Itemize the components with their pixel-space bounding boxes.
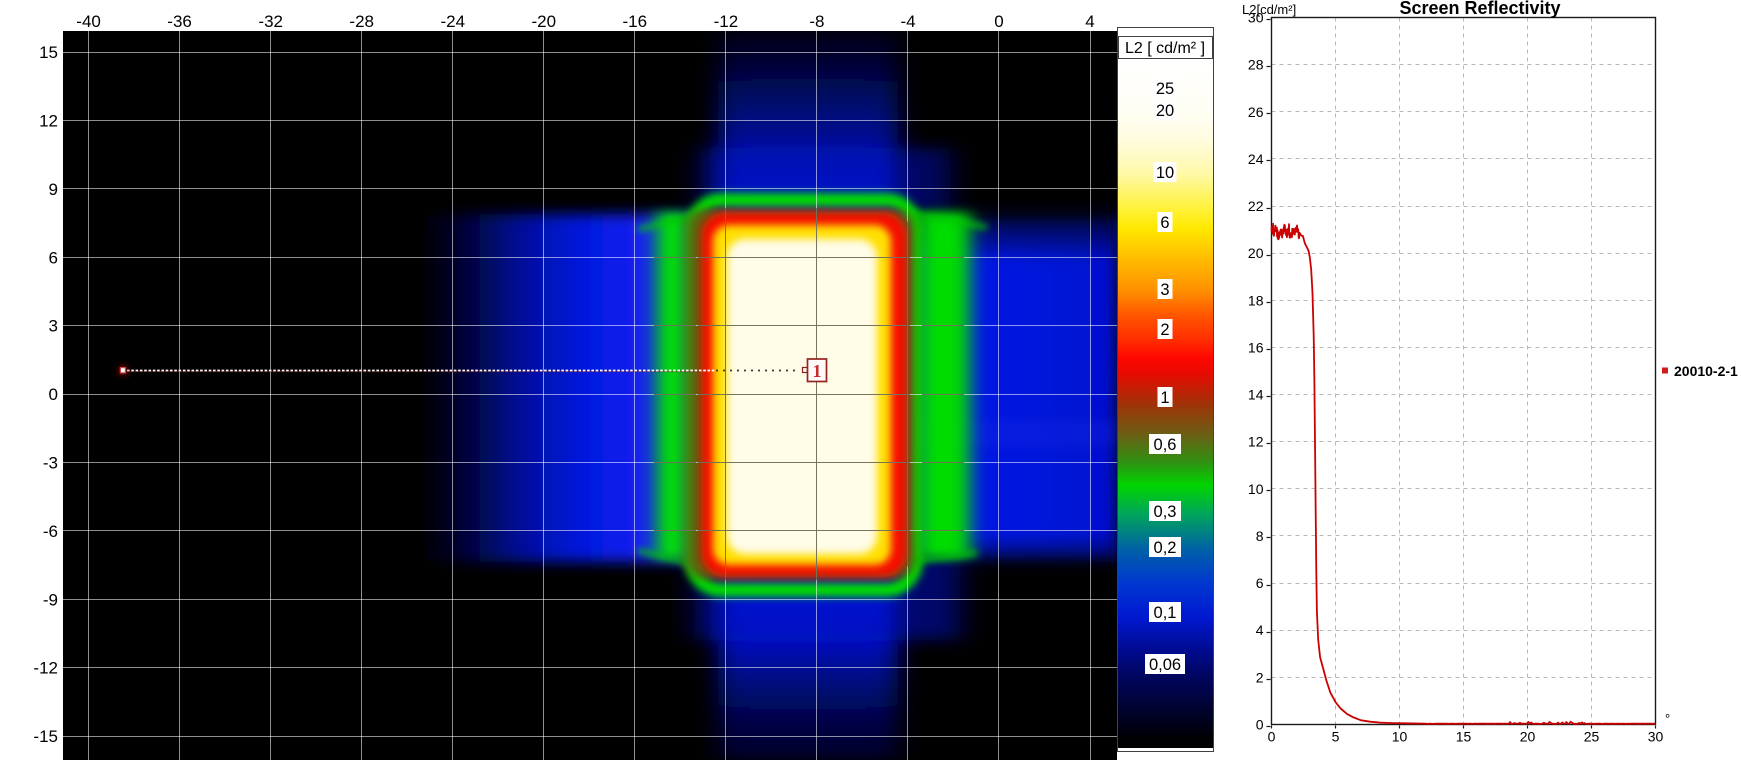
svg-text:0,3: 0,3	[1154, 503, 1177, 521]
svg-text:3: 3	[49, 317, 58, 336]
svg-text:1: 1	[813, 361, 822, 381]
svg-text:24: 24	[1248, 151, 1264, 167]
svg-text:1: 1	[1160, 389, 1169, 407]
svg-text:10: 10	[1392, 729, 1408, 745]
svg-text:-28: -28	[349, 12, 374, 31]
svg-text:-16: -16	[623, 12, 648, 31]
svg-text:L2[cd/m²]: L2[cd/m²]	[1242, 2, 1296, 17]
svg-text:0,1: 0,1	[1154, 604, 1177, 622]
svg-text:8: 8	[1256, 528, 1264, 544]
svg-text:0: 0	[1268, 729, 1276, 745]
svg-text:25: 25	[1156, 80, 1174, 98]
svg-text:30: 30	[1648, 729, 1664, 745]
svg-text:-4: -4	[900, 12, 915, 31]
svg-text:-20: -20	[532, 12, 557, 31]
svg-text:-12: -12	[33, 659, 58, 678]
svg-text:0,06: 0,06	[1149, 656, 1181, 674]
svg-text:6: 6	[49, 248, 58, 267]
svg-text:16: 16	[1248, 339, 1264, 355]
svg-text:0,6: 0,6	[1154, 436, 1177, 454]
svg-text:25: 25	[1584, 729, 1600, 745]
svg-text:2: 2	[1160, 321, 1169, 339]
svg-text:14: 14	[1248, 387, 1264, 403]
svg-text:0: 0	[49, 385, 58, 404]
svg-text:20: 20	[1520, 729, 1536, 745]
svg-text:10: 10	[1156, 164, 1174, 182]
svg-text:-15: -15	[33, 727, 58, 746]
svg-text:10: 10	[1248, 481, 1264, 497]
svg-text:18: 18	[1248, 292, 1264, 308]
svg-text:-3: -3	[43, 454, 58, 473]
svg-text:5: 5	[1332, 729, 1340, 745]
svg-text:12: 12	[39, 112, 58, 131]
svg-text:4: 4	[1256, 622, 1264, 638]
svg-text:20010-2-1: 20010-2-1	[1674, 363, 1738, 379]
svg-text:0: 0	[994, 12, 1003, 31]
svg-text:28: 28	[1248, 57, 1264, 73]
svg-text:12: 12	[1248, 434, 1264, 450]
svg-text:-36: -36	[167, 12, 192, 31]
svg-text:9: 9	[49, 180, 58, 199]
svg-text:0: 0	[1256, 717, 1264, 733]
svg-text:15: 15	[39, 43, 58, 62]
svg-text:6: 6	[1160, 214, 1169, 232]
svg-text:3: 3	[1160, 281, 1169, 299]
svg-text:-24: -24	[441, 12, 466, 31]
svg-text:-12: -12	[714, 12, 739, 31]
svg-text:15: 15	[1456, 729, 1472, 745]
svg-text:°: °	[1665, 711, 1670, 726]
svg-text:4: 4	[1085, 12, 1094, 31]
svg-text:22: 22	[1248, 198, 1264, 214]
svg-text:20: 20	[1248, 245, 1264, 261]
svg-text:-32: -32	[258, 12, 283, 31]
svg-text:-9: -9	[43, 590, 58, 609]
svg-text:6: 6	[1256, 575, 1264, 591]
svg-text:L2 [ cd/m² ]: L2 [ cd/m² ]	[1125, 40, 1205, 57]
svg-text:-6: -6	[43, 522, 58, 541]
svg-text:26: 26	[1248, 104, 1264, 120]
svg-text:2: 2	[1256, 669, 1264, 685]
svg-text:-40: -40	[76, 12, 101, 31]
svg-text:20: 20	[1156, 102, 1174, 120]
svg-text:Screen Reflectivity: Screen Reflectivity	[1399, 0, 1560, 18]
svg-text:0,2: 0,2	[1154, 539, 1177, 557]
svg-text:-8: -8	[809, 12, 824, 31]
